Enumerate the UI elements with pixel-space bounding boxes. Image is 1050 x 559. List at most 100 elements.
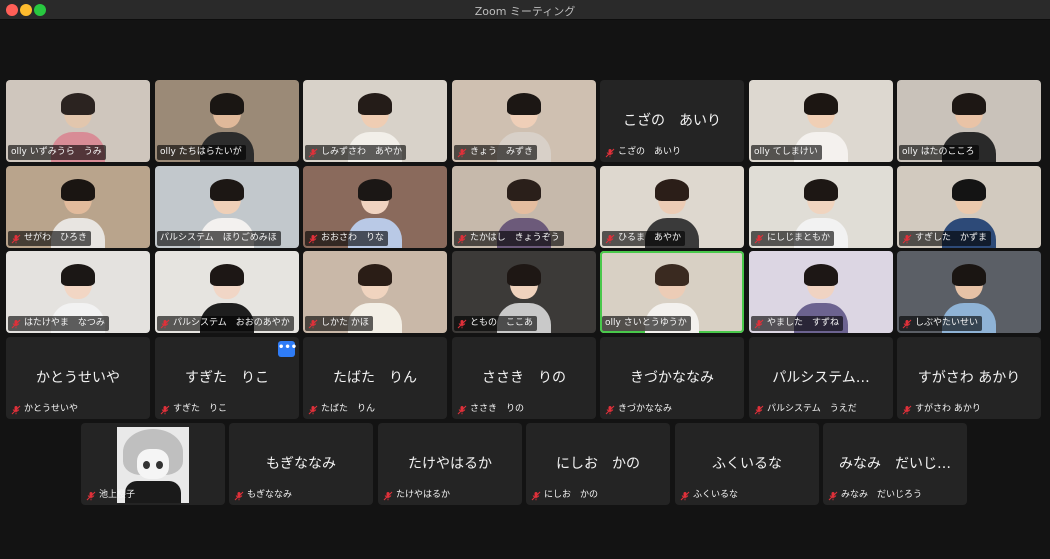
mic-muted-icon <box>86 491 96 501</box>
participant-name-label: こざの あいり <box>602 145 685 160</box>
participant-tile[interactable]: すがさわ あかり すがさわ あかり <box>897 337 1041 419</box>
participant-tile[interactable]: たかはし きょうぞう <box>452 166 596 248</box>
participant-name: すぎした かずま <box>915 233 988 243</box>
mic-muted-icon <box>754 319 764 329</box>
participant-tile[interactable]: olly さいとうゆうか <box>600 251 744 333</box>
participant-name-label: olly いずみうら うみ <box>8 145 106 160</box>
mic-muted-icon <box>680 491 690 501</box>
participant-tile[interactable]: かとうせいや かとうせいや <box>6 337 150 419</box>
participant-name: もぎななみ <box>247 490 293 500</box>
participant-display-name: ふくいるな <box>712 456 782 472</box>
participant-tile[interactable]: olly てしまけい <box>749 80 893 162</box>
mic-muted-icon <box>902 405 912 415</box>
mic-muted-icon <box>308 148 318 158</box>
window-titlebar: Zoom ミーティング <box>0 0 1050 20</box>
participant-name-label: おおさわ りな <box>305 231 389 246</box>
participant-tile[interactable]: olly はたのこころ <box>897 80 1041 162</box>
participant-name-label: にしじまともか <box>751 231 835 246</box>
participant-tile[interactable]: しぶやたいせい <box>897 251 1041 333</box>
participant-tile[interactable]: ささき りの ささき りの <box>452 337 596 419</box>
participant-tile[interactable]: ふくいるな ふくいるな <box>675 423 819 505</box>
participant-name-label: かとうせいや <box>8 402 82 417</box>
participant-name: たかはし きょうぞう <box>470 233 560 243</box>
participant-tile[interactable]: パルシステム ほりごめみほ <box>155 166 299 248</box>
participant-name-label: しぶやたいせい <box>899 316 983 331</box>
mic-muted-icon <box>11 234 21 244</box>
participant-display-name: にしお かの <box>556 456 640 472</box>
participant-tile[interactable]: にしじまともか <box>749 166 893 248</box>
participant-tile[interactable]: おおさわ りな <box>303 166 447 248</box>
mic-muted-icon <box>11 405 21 415</box>
participant-name-label: パルシステム おおのあやか <box>157 316 294 331</box>
participant-name: にしお かの <box>544 490 599 500</box>
participant-name: パルシステム おおのあやか <box>173 318 290 328</box>
participant-display-name: パルシステム… <box>772 370 870 386</box>
participant-name: パルシステム ほりごめみほ <box>160 233 277 243</box>
participant-tile[interactable]: もぎななみ もぎななみ <box>229 423 373 505</box>
participant-name: やました すずね <box>767 318 840 328</box>
participant-tile[interactable]: にしお かの にしお かの <box>526 423 670 505</box>
mic-muted-icon <box>902 234 912 244</box>
participant-tile[interactable]: すぎた りこ ••• すぎた りこ <box>155 337 299 419</box>
participant-name: せがわ ひろき <box>24 233 88 243</box>
participant-tile[interactable]: 池上櫻子 <box>81 423 225 505</box>
participant-name: olly てしまけい <box>754 147 818 157</box>
participant-tile[interactable]: パルシステム… パルシステム うえだ <box>749 337 893 419</box>
participant-tile[interactable]: きづかななみ きづかななみ <box>600 337 744 419</box>
participant-tile[interactable]: きょう みずき <box>452 80 596 162</box>
participant-tile[interactable]: パルシステム おおのあやか <box>155 251 299 333</box>
participant-tile[interactable]: こざの あいり こざの あいり <box>600 80 744 162</box>
mic-muted-icon <box>754 405 764 415</box>
participant-name-label: たかはし きょうぞう <box>454 231 564 246</box>
participant-name-label: すぎた りこ <box>157 402 231 417</box>
participant-name-label: はたけやま なつみ <box>8 316 109 331</box>
participant-tile[interactable]: みなみ だいじ… みなみ だいじろう <box>823 423 967 505</box>
participant-name-label: せがわ ひろき <box>8 231 92 246</box>
participant-name-label: 池上櫻子 <box>83 488 139 503</box>
participant-tile[interactable]: olly たちはらたいが <box>155 80 299 162</box>
participant-name-label: olly さいとうゆうか <box>602 316 691 331</box>
participant-name: ささき りの <box>470 404 525 414</box>
participant-display-name: ささき りの <box>482 370 566 386</box>
participant-name: しかた かほ <box>321 318 369 328</box>
participant-tile[interactable]: たけやはるか たけやはるか <box>378 423 522 505</box>
participant-tile[interactable]: せがわ ひろき <box>6 166 150 248</box>
participant-tile[interactable]: やました すずね <box>749 251 893 333</box>
mic-muted-icon <box>308 234 318 244</box>
participant-display-name: たばた りん <box>333 370 417 386</box>
participant-name: おおさわ りな <box>321 233 385 243</box>
participant-name: きょう みずき <box>470 147 534 157</box>
participant-tile[interactable]: はたけやま なつみ <box>6 251 150 333</box>
participant-name-label: ともの ここあ <box>454 316 538 331</box>
participant-name-label: ささき りの <box>454 402 528 417</box>
participant-display-name: すぎた りこ <box>185 370 269 386</box>
participant-name: たけやはるか <box>396 490 451 500</box>
participant-tile[interactable]: ともの ここあ <box>452 251 596 333</box>
mic-muted-icon <box>828 491 838 501</box>
participant-name: olly いずみうら うみ <box>11 147 102 157</box>
participant-name: しみずさわ あやか <box>321 147 403 157</box>
participant-display-name: みなみ だいじ… <box>839 456 951 472</box>
participant-name: みなみ だいじろう <box>841 490 923 500</box>
more-options-button[interactable]: ••• <box>278 341 297 357</box>
participant-name: olly さいとうゆうか <box>605 318 687 328</box>
mic-muted-icon <box>531 491 541 501</box>
mic-muted-icon <box>383 491 393 501</box>
participant-tile[interactable]: olly いずみうら うみ <box>6 80 150 162</box>
mic-muted-icon <box>457 148 467 158</box>
participant-tile[interactable]: すぎした かずま <box>897 166 1041 248</box>
participant-name-label: olly たちはらたいが <box>157 145 246 160</box>
participant-name: すがさわ あかり <box>915 404 981 414</box>
participant-name-label: たばた りん <box>305 402 379 417</box>
participant-name: きづかななみ <box>618 404 673 414</box>
participant-tile[interactable]: たばた りん たばた りん <box>303 337 447 419</box>
participant-name-label: ひるま あやか <box>602 231 686 246</box>
participant-name: ともの ここあ <box>470 318 534 328</box>
participant-display-name: かとうせいや <box>36 370 120 386</box>
participant-tile[interactable]: しかた かほ <box>303 251 447 333</box>
participant-name: パルシステム うえだ <box>767 404 857 414</box>
participant-tile[interactable]: しみずさわ あやか <box>303 80 447 162</box>
participant-name-label: たけやはるか <box>380 488 454 503</box>
participant-display-name: すがさわ あかり <box>917 370 1021 386</box>
participant-tile[interactable]: ひるま あやか <box>600 166 744 248</box>
